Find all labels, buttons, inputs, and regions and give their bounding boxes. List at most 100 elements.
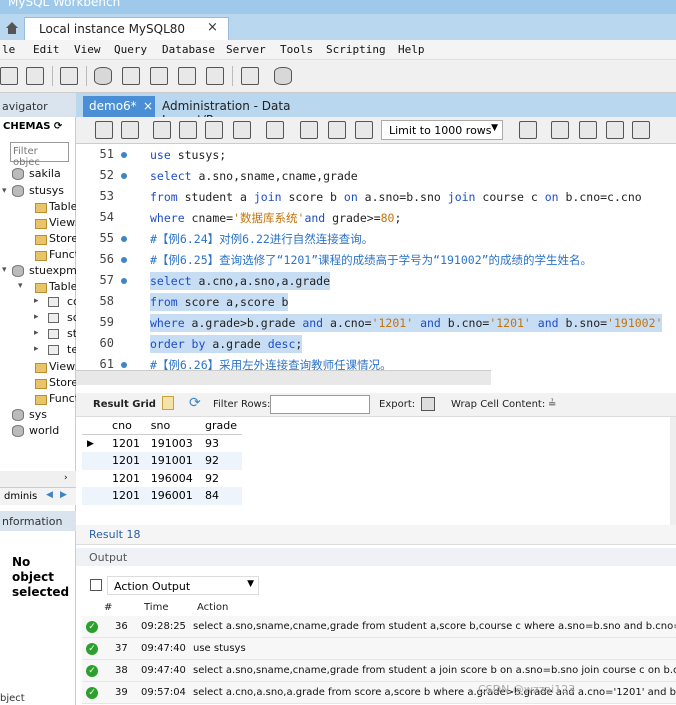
menu-file[interactable]: le [2, 43, 15, 56]
autocommit-icon[interactable] [355, 121, 373, 139]
table-cell[interactable]: 1201 [107, 452, 146, 470]
commit-icon[interactable] [300, 121, 318, 139]
connection-tab[interactable]: Local instance MySQL80 × [6, 17, 229, 40]
grid-view-icon[interactable] [162, 396, 174, 410]
result-grid-label[interactable]: Result Grid [93, 399, 156, 410]
beautify-icon[interactable] [551, 121, 569, 139]
menu-database[interactable]: Database [162, 43, 215, 56]
home-icon[interactable] [5, 21, 19, 35]
column-header-time[interactable]: Time [144, 602, 168, 613]
tree-item-functions[interactable]: Funct [49, 248, 79, 261]
create-table-icon[interactable] [122, 67, 140, 85]
code-line[interactable]: 54 where cname='数据库系统'and grade>=80; [76, 207, 676, 228]
table-row[interactable]: 1201 196004 92 [82, 470, 242, 488]
refresh-icon[interactable]: ⟳ [54, 121, 62, 132]
close-icon[interactable]: × [143, 99, 153, 113]
code-line[interactable]: 53 from student a join score b on a.sno=b… [76, 186, 676, 207]
column-header[interactable]: cno [107, 417, 146, 435]
code-line[interactable]: 60 order by a.grade desc; [76, 333, 676, 354]
search-table-data-icon[interactable] [241, 67, 259, 85]
wrap-lines-icon[interactable] [632, 121, 650, 139]
menu-query[interactable]: Query [114, 43, 147, 56]
table-cell[interactable]: 191003 [146, 435, 200, 453]
result-vertical-scrollbar[interactable] [670, 417, 676, 525]
prev-tab-icon[interactable]: ◀ [46, 490, 53, 500]
refresh-icon[interactable]: ⟳ [189, 395, 201, 411]
menu-scripting[interactable]: Scripting [326, 43, 386, 56]
table-cell[interactable]: 1201 [107, 487, 146, 505]
close-icon[interactable]: × [207, 20, 218, 35]
filter-rows-input[interactable] [270, 395, 370, 414]
tree-item-sakila[interactable]: sakila [29, 167, 61, 180]
invisible-chars-icon[interactable] [606, 121, 624, 139]
output-row[interactable]: ✓ 38 09:47:40 select a.sno,sname,cname,g… [82, 660, 676, 682]
table-row[interactable]: 1201 191001 92 [82, 452, 242, 470]
schema-filter-input[interactable]: Filter objec [10, 142, 69, 168]
column-header[interactable]: grade [199, 417, 242, 435]
execute-icon[interactable] [153, 121, 171, 139]
collapse-icon[interactable]: ▾ [18, 281, 23, 291]
output-row[interactable]: ✓ 39 09:57:04 select a.cno,a.sno,a.grade… [82, 682, 676, 704]
tree-item-stusys[interactable]: stusys [29, 184, 64, 197]
inspector-icon[interactable] [60, 67, 78, 85]
tab-demo6[interactable]: demo6* × [83, 96, 155, 117]
table-row[interactable]: ▶ 1201 191003 93 [82, 435, 242, 453]
administration-tab[interactable]: dminis [4, 491, 37, 502]
result-tab[interactable]: Result 18 [76, 525, 676, 545]
save-icon[interactable] [121, 121, 139, 139]
table-cell[interactable]: 191001 [145, 452, 200, 470]
collapse-icon[interactable]: ▾ [2, 186, 7, 196]
column-header-number[interactable]: # [104, 602, 112, 613]
table-cell[interactable]: 1201 [107, 435, 146, 453]
expand-icon[interactable]: ▸ [34, 312, 39, 322]
tree-item-sys[interactable]: sys [29, 408, 47, 421]
expand-icon[interactable]: ▸ [34, 296, 39, 306]
tree-item-stored-procedures[interactable]: Store [49, 376, 78, 389]
sql-editor[interactable]: 51 use stusys; 52 select a.sno,sname,cname,… [76, 144, 676, 370]
open-file-icon[interactable] [95, 121, 113, 139]
menu-edit[interactable]: Edit [33, 43, 60, 56]
column-header[interactable]: sno [145, 417, 200, 435]
code-line[interactable]: 57 select a.cno,a.sno,a.grade [76, 270, 676, 291]
table-cell[interactable]: 92 [199, 452, 242, 470]
menu-server[interactable]: Server [226, 43, 266, 56]
create-procedure-icon[interactable] [178, 67, 196, 85]
code-line[interactable]: 59 where a.grade>b.grade and a.cno='1201'… [76, 312, 676, 333]
create-function-icon[interactable] [206, 67, 224, 85]
find-icon[interactable] [579, 121, 597, 139]
code-line[interactable]: 55 #【例6.24】对例6.22进行自然连接查询。 [76, 228, 676, 249]
code-line[interactable]: 61 #【例6.26】采用左外连接查询教师任课情况。 [76, 354, 676, 370]
output-type-select[interactable]: Action Output ▼ [107, 576, 259, 595]
table-row[interactable]: 1201 196001 84 [82, 487, 242, 505]
collapse-icon[interactable]: ▾ [2, 265, 7, 275]
scroll-right-icon[interactable]: › [64, 473, 68, 483]
tree-item-stored-procedures[interactable]: Store [49, 232, 78, 245]
execute-current-icon[interactable] [179, 121, 197, 139]
table-cell[interactable]: 93 [200, 435, 242, 453]
new-sql-tab-icon[interactable] [0, 67, 18, 85]
output-row[interactable]: ✓ 36 09:28:25 select a.sno,sname,cname,g… [82, 616, 676, 638]
next-tab-icon[interactable]: ▶ [60, 490, 67, 500]
export-icon[interactable] [421, 397, 435, 411]
table-cell[interactable]: 84 [199, 487, 242, 505]
table-cell[interactable]: 1201 [107, 470, 146, 488]
tree-item-tables[interactable]: Table [49, 280, 77, 293]
create-view-icon[interactable] [150, 67, 168, 85]
output-row[interactable]: ✓ 37 09:47:40 use stusys [82, 638, 676, 660]
code-line[interactable]: 52 select a.sno,sname,cname,grade [76, 165, 676, 186]
code-line[interactable]: 58 from score a,score b [76, 291, 676, 312]
limit-rows-select[interactable]: Limit to 1000 rows ▼ [381, 120, 503, 140]
copy-icon[interactable] [90, 579, 102, 591]
tree-item-world[interactable]: world [29, 424, 59, 437]
bookmark-icon[interactable] [519, 121, 537, 139]
result-grid[interactable]: cno sno grade ▶ 1201 191003 93 1201 1910… [82, 417, 242, 505]
expand-icon[interactable]: ▸ [34, 328, 39, 338]
object-info-tab[interactable]: bject [0, 693, 25, 704]
table-cell[interactable]: 92 [200, 470, 242, 488]
menu-tools[interactable]: Tools [280, 43, 313, 56]
column-header-action[interactable]: Action [197, 602, 228, 613]
code-line[interactable]: 51 use stusys; [76, 144, 676, 165]
navigator-scrollbar[interactable]: › [0, 471, 76, 487]
menu-help[interactable]: Help [398, 43, 425, 56]
stop-icon[interactable] [233, 121, 251, 139]
